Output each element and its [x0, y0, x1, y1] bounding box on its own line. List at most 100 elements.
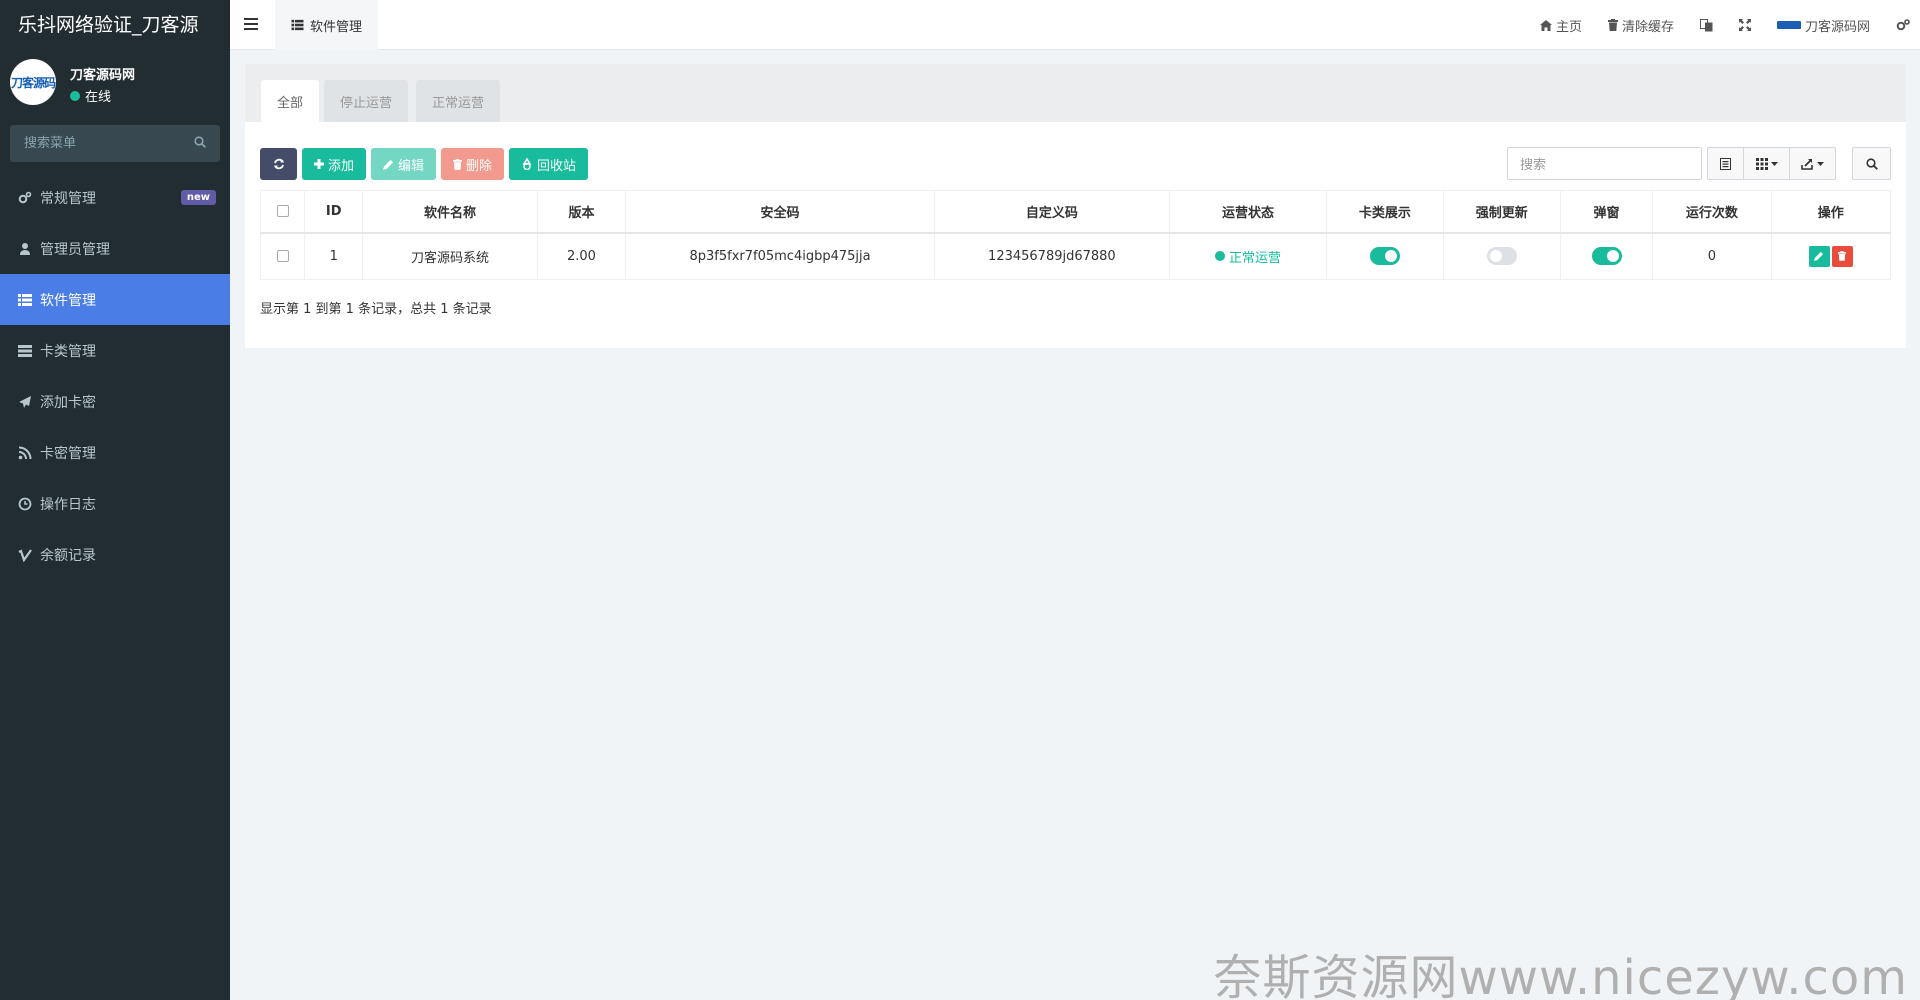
- user-panel: 刀客源码 刀客源码网 在线: [0, 50, 230, 118]
- software-table: ID 软件名称 版本 安全码 自定义码 运营状态 卡类展示 强制更新 弹窗 运行…: [259, 190, 1892, 280]
- row-checkbox[interactable]: [276, 250, 289, 263]
- home-label: 主页: [1555, 19, 1582, 35]
- column-header[interactable]: 软件名称: [362, 190, 538, 234]
- tab-software-manage[interactable]: 软件管理: [275, 0, 379, 50]
- cogs-icon: [1896, 19, 1910, 31]
- edit-button[interactable]: 编辑: [371, 148, 437, 180]
- status-dot-icon: [1214, 251, 1225, 262]
- sidebar-item-admin[interactable]: 管理员管理: [0, 223, 230, 274]
- recycle-label: 回收站: [537, 158, 577, 174]
- caret-down-icon: [1770, 161, 1778, 166]
- status-label: 正常运营: [1228, 250, 1281, 266]
- sidebar-item-label: 卡密管理: [40, 445, 96, 462]
- export-icon: [1801, 158, 1813, 170]
- column-header[interactable]: 运行次数: [1652, 190, 1772, 234]
- table-search-input[interactable]: 搜索: [1507, 147, 1702, 180]
- add-button[interactable]: 添加: [302, 148, 367, 180]
- column-header[interactable]: 卡类展示: [1326, 190, 1444, 234]
- select-all-cell: [259, 190, 306, 234]
- table-row[interactable]: 1 刀客源码系统 2.00 8p3f5fxr7f05mc4igbp475jja …: [259, 232, 1892, 280]
- sidebar-item-label: 软件管理: [40, 292, 96, 309]
- select-all-checkbox[interactable]: [276, 205, 289, 218]
- popup-toggle[interactable]: [1591, 247, 1622, 266]
- sidebar-item-general[interactable]: 常规管理 new: [0, 172, 230, 223]
- row-delete-button[interactable]: [1831, 245, 1853, 267]
- cell-name: 刀客源码系统: [362, 232, 538, 280]
- online-dot-icon: [70, 90, 80, 101]
- fullscreen-icon: [1738, 19, 1751, 31]
- sidebar-item-add-card[interactable]: 添加卡密: [0, 376, 230, 427]
- tab-stopped[interactable]: 停止运营: [324, 80, 409, 122]
- delete-label: 删除: [466, 158, 493, 174]
- force-update-toggle[interactable]: [1486, 247, 1517, 266]
- column-header[interactable]: 自定义码: [934, 190, 1170, 234]
- app-brand[interactable]: 乐抖网络验证_刀客源: [0, 0, 230, 50]
- user-icon: [18, 242, 32, 256]
- clear-cache-button[interactable]: 清除缓存: [1607, 16, 1674, 35]
- sidebar-item-label: 操作日志: [40, 496, 96, 513]
- sidebar-item-software[interactable]: 软件管理: [0, 274, 230, 325]
- home-icon: [1539, 19, 1552, 31]
- status-badge[interactable]: 正常运营: [1214, 247, 1281, 266]
- column-header[interactable]: 强制更新: [1442, 190, 1561, 234]
- cell-security-code: 8p3f5fxr7f05mc4igbp475jja: [625, 232, 936, 280]
- refresh-icon: [273, 158, 284, 170]
- hamburger-menu-icon[interactable]: [244, 18, 258, 30]
- pagination-info: 显示第 1 到第 1 条记录，总共 1 条记录: [260, 302, 492, 317]
- user-status: 在线: [70, 86, 111, 105]
- home-link[interactable]: 主页: [1539, 16, 1582, 35]
- main-panel: 全部 停止运营 正常运营 添加 编辑 删除 回收站 搜索 ID 软件名称 版本 …: [245, 64, 1906, 348]
- delete-button[interactable]: 删除: [441, 148, 505, 180]
- row-edit-button[interactable]: [1808, 245, 1830, 267]
- sidebar-item-logs[interactable]: 操作日志: [0, 478, 230, 529]
- tab-label: 软件管理: [310, 19, 363, 35]
- column-header[interactable]: 弹窗: [1559, 190, 1654, 234]
- settings-button[interactable]: [1896, 19, 1910, 31]
- table-view-buttons: [1707, 147, 1836, 180]
- grid-icon: [1755, 157, 1768, 170]
- sidebar-search: [10, 125, 220, 162]
- translate-button[interactable]: [1699, 18, 1713, 32]
- watermark: 奈斯资源网www.nicezyw.com: [1213, 950, 1908, 1000]
- user-menu[interactable]: 刀客源码网: [1776, 16, 1870, 35]
- sidebar-item-card-types[interactable]: 卡类管理: [0, 325, 230, 376]
- user-status-label: 在线: [85, 90, 112, 105]
- clock-icon: [18, 497, 32, 511]
- toggle-view-button[interactable]: [1707, 147, 1744, 180]
- tab-running[interactable]: 正常运营: [416, 80, 501, 122]
- table-search-button[interactable]: [1852, 147, 1891, 180]
- pencil-icon: [383, 159, 394, 170]
- table-header-row: ID 软件名称 版本 安全码 自定义码 运营状态 卡类展示 强制更新 弹窗 运行…: [259, 190, 1892, 234]
- trash-icon: [1838, 251, 1847, 262]
- cell-card-display: [1326, 232, 1444, 280]
- sidebar-menu: 常规管理 new 管理员管理 软件管理 卡类管理 添加卡密 卡密管理 操作日志: [0, 172, 230, 580]
- sidebar-search-input[interactable]: [10, 125, 220, 162]
- tab-all[interactable]: 全部: [261, 80, 320, 122]
- sidebar-item-balance[interactable]: 余额记录: [0, 529, 230, 580]
- search-icon[interactable]: [194, 136, 206, 148]
- refresh-button[interactable]: [260, 148, 297, 180]
- columns-button[interactable]: [1744, 147, 1790, 180]
- sidebar-item-label: 常规管理: [40, 190, 96, 207]
- edit-label: 编辑: [398, 158, 425, 174]
- recycle-bin-button[interactable]: 回收站: [509, 148, 589, 180]
- server-icon: [18, 344, 32, 358]
- top-header: 软件管理 主页 清除缓存 刀客源码网: [230, 0, 1920, 50]
- plus-icon: [314, 159, 324, 169]
- row-select-cell: [259, 232, 306, 280]
- card-display-toggle[interactable]: [1369, 247, 1400, 266]
- sidebar-item-label: 管理员管理: [40, 241, 110, 258]
- export-button[interactable]: [1790, 147, 1836, 180]
- list-icon: [291, 19, 304, 31]
- toolbar: 添加 编辑 删除 回收站: [260, 148, 589, 180]
- cell-actions: [1770, 232, 1892, 280]
- column-header[interactable]: 安全码: [625, 190, 936, 234]
- search-icon: [1865, 157, 1878, 170]
- cell-status: 正常运营: [1168, 232, 1328, 280]
- column-header[interactable]: 运营状态: [1168, 190, 1328, 234]
- fullscreen-button[interactable]: [1738, 19, 1751, 31]
- column-header[interactable]: ID: [304, 190, 364, 234]
- language-icon: [1699, 18, 1713, 31]
- sidebar-item-card-manage[interactable]: 卡密管理: [0, 427, 230, 478]
- column-header[interactable]: 版本: [536, 190, 627, 234]
